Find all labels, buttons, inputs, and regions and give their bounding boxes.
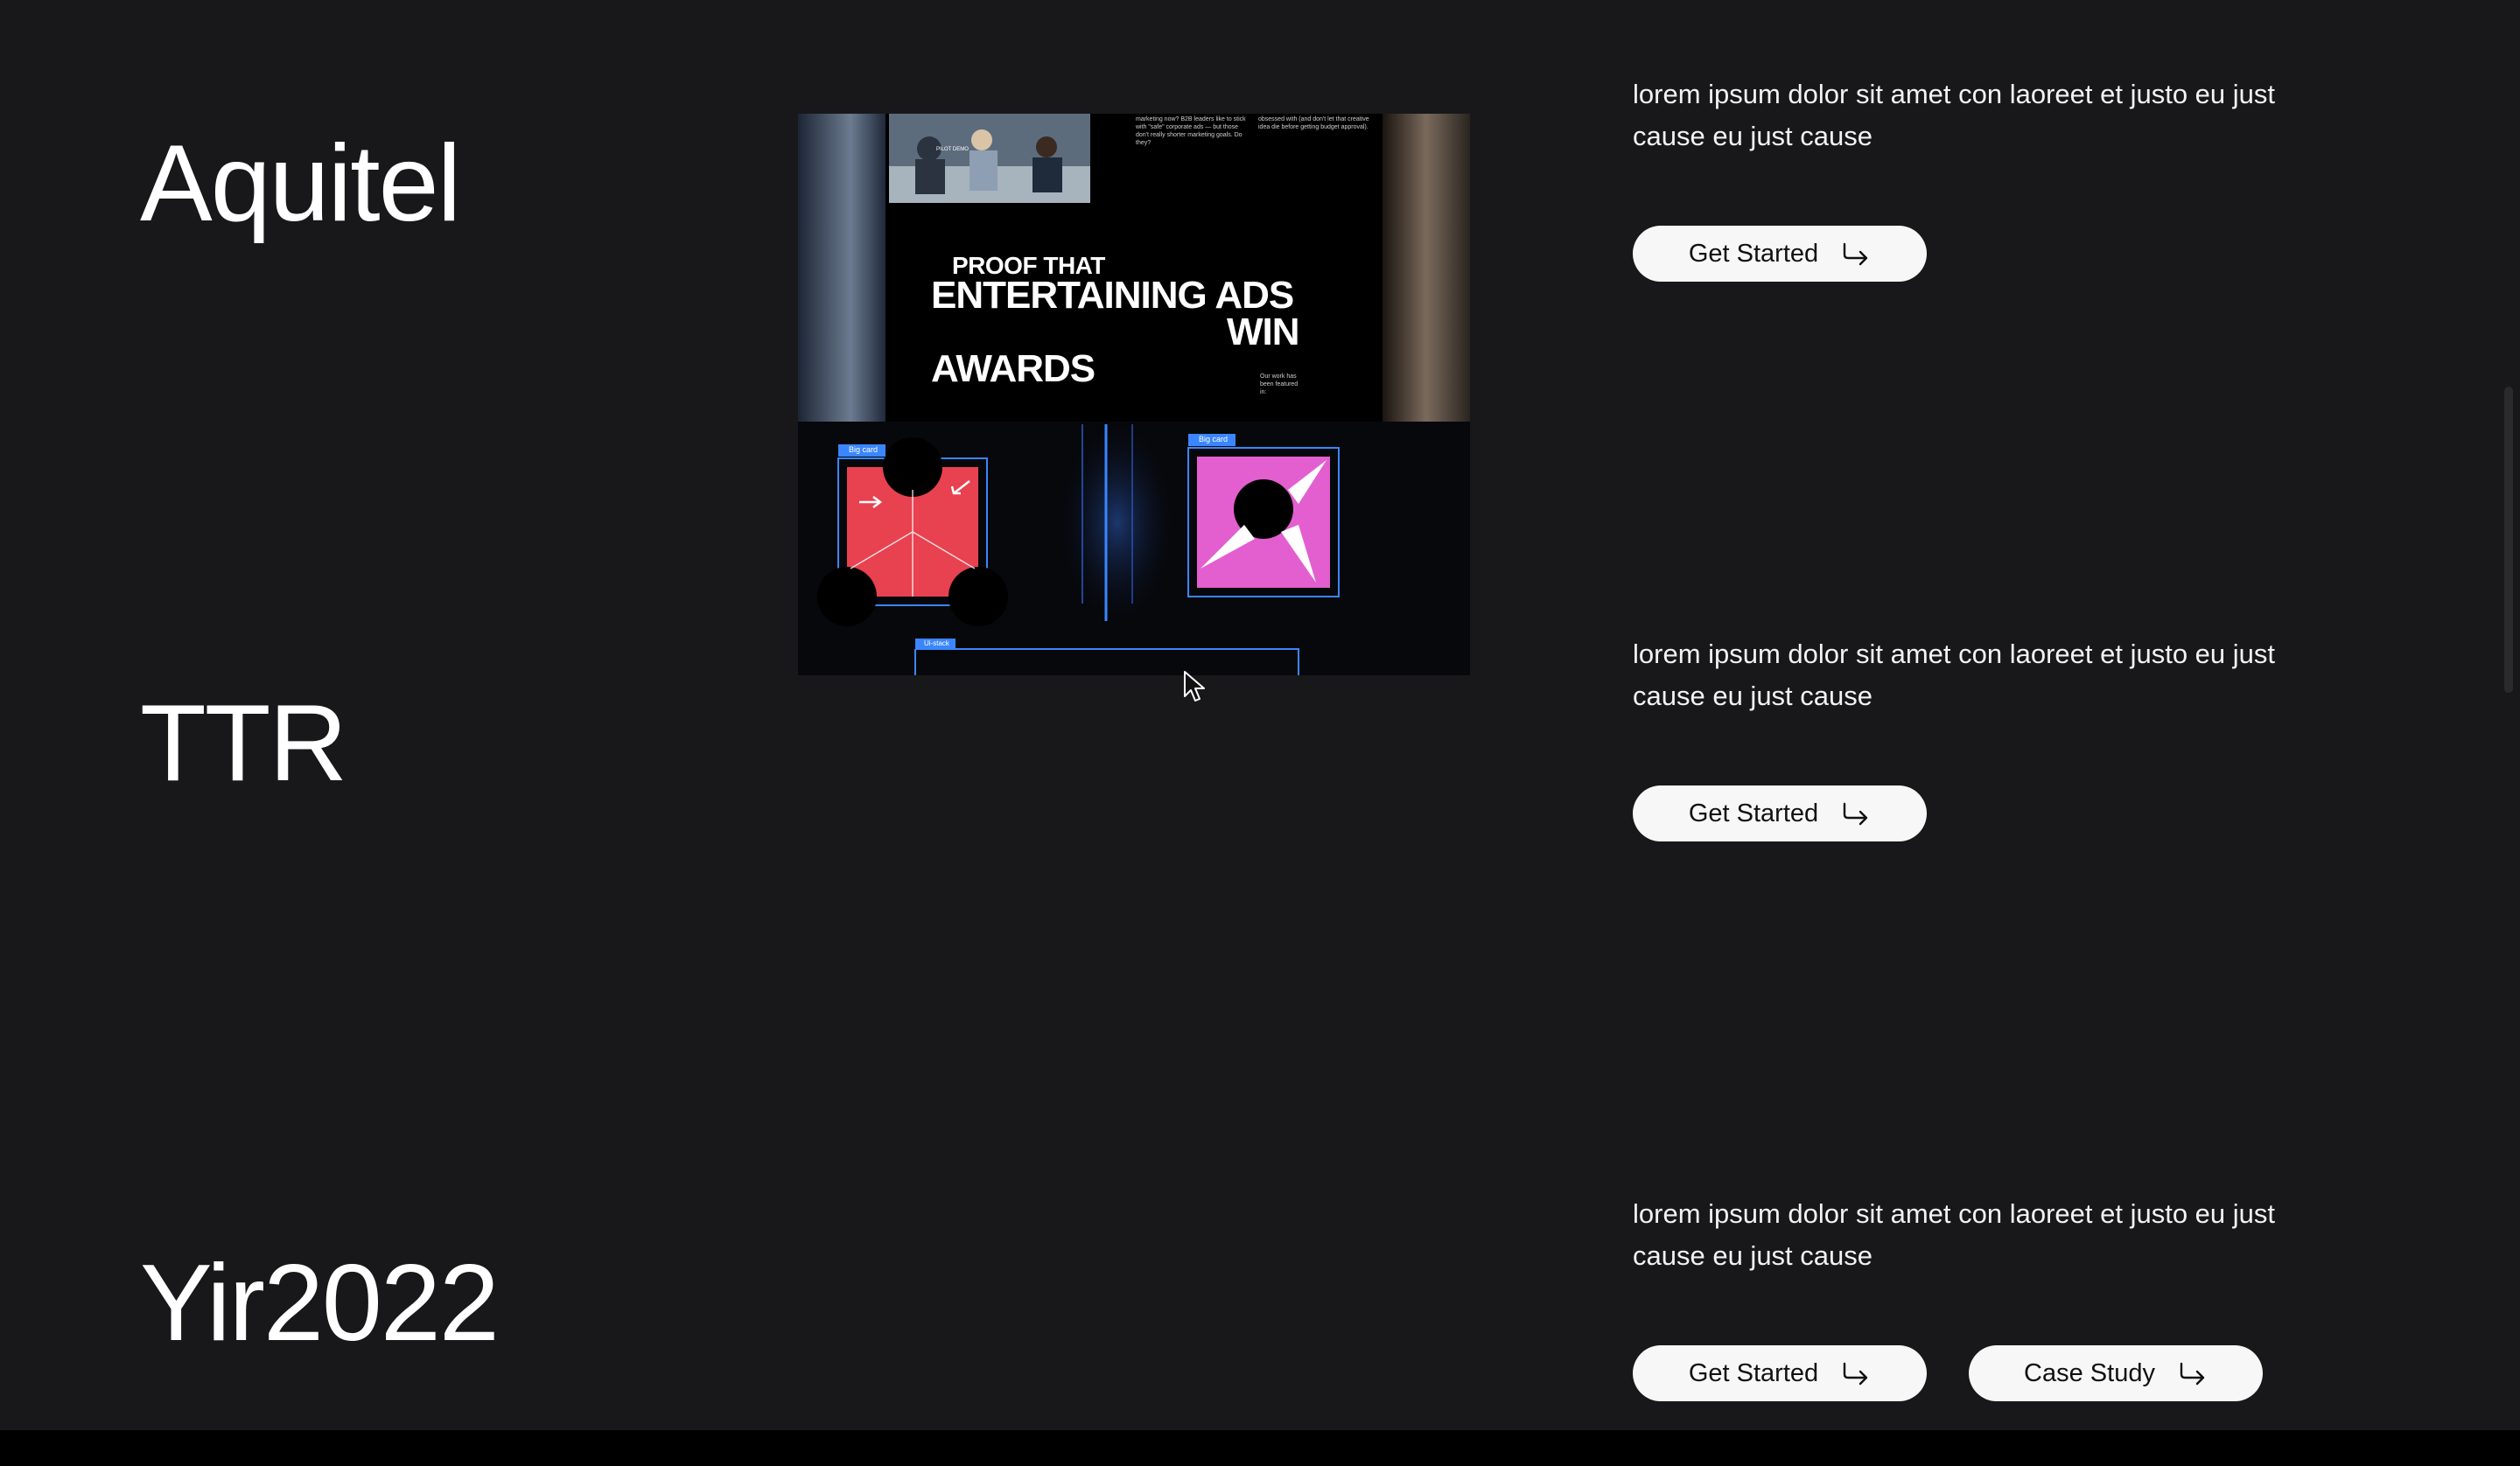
- button-label: Get Started: [1688, 239, 1819, 268]
- portfolio-page: Aquitel lorem ipsum dolor sit amet con l…: [0, 0, 2520, 1466]
- frame-label-big-card-2: Big card: [1199, 435, 1228, 443]
- button-label: Get Started: [1688, 799, 1819, 827]
- get-started-button-ttr[interactable]: Get Started: [1633, 785, 1927, 841]
- preview-photo-badge: PILOT DEMO: [936, 147, 969, 152]
- bottom-bar: [0, 1430, 2520, 1466]
- preview-headline-main-2: WIN: [1227, 311, 1300, 353]
- project-title-aquitel: Aquitel: [140, 123, 461, 244]
- arrow-return-right-icon: [1843, 802, 1868, 826]
- get-started-button-yir2022[interactable]: Get Started: [1633, 1345, 1927, 1401]
- frame-label-big-card-1: Big card: [849, 445, 878, 454]
- project-description-yir2022: lorem ipsum dolor sit amet con laoreet e…: [1633, 1198, 2276, 1271]
- preview-headline-main-1: ENTERTAINING ADS: [931, 274, 1294, 317]
- button-label: Get Started: [1688, 1358, 1819, 1387]
- get-started-button-aquitel[interactable]: Get Started: [1633, 226, 1927, 282]
- arrow-return-right-icon: [1843, 1362, 1868, 1386]
- project-preview-image[interactable]: PILOT DEMO marketing now? B2B leaders li…: [798, 114, 1470, 675]
- arrow-return-right-icon: [1843, 242, 1868, 266]
- case-study-button-yir2022[interactable]: Case Study: [1969, 1345, 2263, 1401]
- preview-copy-left: marketing now? B2B leaders like to stick…: [1136, 116, 1246, 146]
- preview-headline-main-3: AWARDS: [931, 347, 1096, 390]
- project-description-ttr: lorem ipsum dolor sit amet con laoreet e…: [1633, 639, 2276, 711]
- vertical-scrollbar[interactable]: [2504, 387, 2513, 693]
- project-title-yir2022: Yir2022: [140, 1243, 500, 1364]
- project-description-aquitel: lorem ipsum dolor sit amet con laoreet e…: [1633, 79, 2276, 151]
- arrow-return-right-icon: [2180, 1362, 2205, 1386]
- preview-artwork: [798, 114, 1470, 675]
- button-label: Case Study: [2024, 1358, 2155, 1387]
- project-title-ttr: TTR: [140, 683, 347, 804]
- preview-copy-right: obsessed with (and don't let that creati…: [1258, 116, 1369, 130]
- frame-label-ui-stack: Ui-stack: [924, 639, 949, 647]
- preview-side-note: Our work has been featured in:: [1260, 373, 1298, 395]
- mouse-pointer-icon: [1184, 671, 1205, 702]
